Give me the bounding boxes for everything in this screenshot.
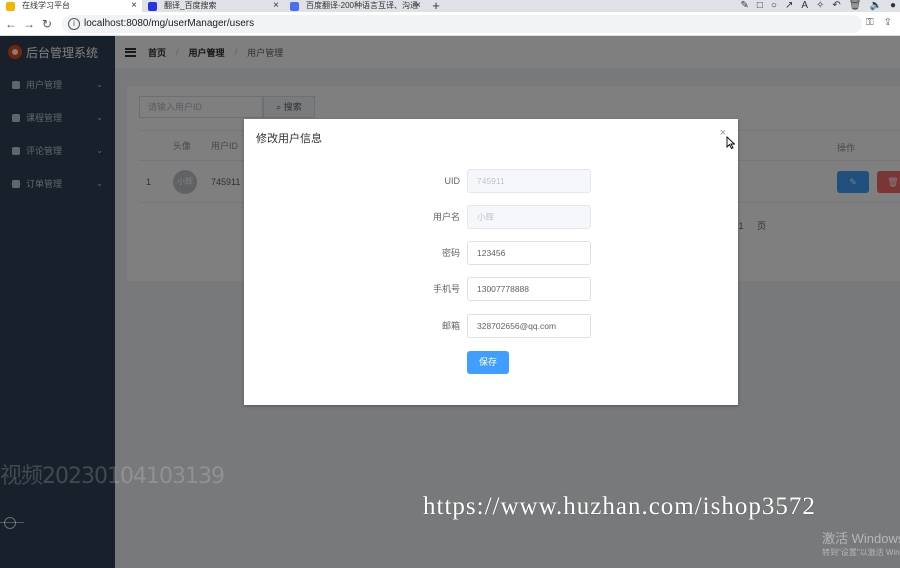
back-icon[interactable]: ← xyxy=(4,17,18,31)
activate-title: 激活 Windows xyxy=(822,531,900,546)
site-favicon-icon xyxy=(6,2,15,11)
translate-favicon-icon xyxy=(290,2,299,11)
baidu-favicon-icon xyxy=(148,2,157,11)
email-field[interactable]: 328702656@qq.com xyxy=(467,314,591,338)
form-row-phone: 手机号 13007778888 xyxy=(244,277,738,301)
browser-tab-1[interactable]: 翻译_百度搜索 × xyxy=(142,0,284,12)
circle-icon[interactable]: ○ xyxy=(771,0,777,12)
password-field[interactable]: 123456 xyxy=(467,241,591,265)
text-icon[interactable]: A xyxy=(801,0,808,12)
rectangle-icon[interactable]: □ xyxy=(757,0,763,12)
username-label: 用户名 xyxy=(432,212,460,222)
uid-label: UID xyxy=(444,176,461,186)
phone-label: 手机号 xyxy=(432,284,460,294)
form-row-uid: UID 745911 xyxy=(244,169,738,193)
form-row-username: 用户名 小辉 xyxy=(244,205,738,229)
tab-title: 翻译_百度搜索 xyxy=(164,1,217,10)
save-button[interactable]: 保存 xyxy=(467,351,509,374)
key-icon[interactable]: ⚿ xyxy=(866,17,874,28)
url-text[interactable]: localhost:8080/mg/userManager/users xyxy=(84,15,254,33)
speaker-icon[interactable]: 🔈 xyxy=(870,0,882,12)
video-progress-handle xyxy=(4,517,16,529)
tab-title: 百度翻译-200种语言互译、沟通 xyxy=(306,1,419,10)
browser-tab-0[interactable]: 在线学习平台 × xyxy=(0,0,142,12)
arrow-icon[interactable]: ↗ xyxy=(785,0,793,12)
url-field[interactable]: i localhost:8080/mg/userManager/users xyxy=(62,15,862,33)
browser-tab-bar: 在线学习平台 × 翻译_百度搜索 × 百度翻译-200种语言互译、沟通 × + … xyxy=(0,0,900,12)
pen-icon[interactable]: ✎ xyxy=(740,0,748,12)
form-row-email: 邮箱 328702656@qq.com xyxy=(244,314,738,338)
magic-wand-icon[interactable]: ✧ xyxy=(816,0,824,12)
address-bar-actions: ⚿ ⇪ xyxy=(866,17,892,28)
activate-subtitle: 转到"设置"以激活 Windows xyxy=(822,548,900,557)
form-row-password: 密码 123456 xyxy=(244,241,738,265)
browser-tab-2[interactable]: 百度翻译-200种语言互译、沟通 × xyxy=(284,0,426,12)
uid-field: 745911 xyxy=(467,169,591,193)
dialog-title: 修改用户信息 xyxy=(256,133,322,145)
annotation-toolbar: ✎ □ ○ ↗ A ✧ ↶ 🗑 🔈 ● xyxy=(740,0,896,12)
phone-field[interactable]: 13007778888 xyxy=(467,277,591,301)
close-tab-icon[interactable]: × xyxy=(415,0,421,12)
tab-title: 在线学习平台 xyxy=(22,1,70,10)
url-watermark: https://www.huzhan.com/ishop3572 xyxy=(423,493,816,520)
windows-activation-notice: 激活 Windows 转到"设置"以激活 Windows xyxy=(822,531,900,558)
microphone-icon[interactable]: ● xyxy=(890,0,896,12)
new-tab-icon[interactable]: + xyxy=(426,0,446,12)
share-icon[interactable]: ⇪ xyxy=(884,17,892,28)
mouse-cursor-icon xyxy=(726,136,735,149)
site-info-icon[interactable]: i xyxy=(68,18,80,30)
username-field: 小辉 xyxy=(467,205,591,229)
close-tab-icon[interactable]: × xyxy=(273,0,279,12)
close-tab-icon[interactable]: × xyxy=(131,0,137,12)
trash-icon[interactable]: 🗑 xyxy=(849,0,862,12)
password-label: 密码 xyxy=(441,248,460,258)
email-label: 邮箱 xyxy=(441,321,460,331)
forward-icon[interactable]: → xyxy=(22,17,36,31)
edit-user-dialog: 修改用户信息 × UID 745911 用户名 小辉 密码 123456 手机号… xyxy=(244,119,738,405)
timestamp-watermark: 视频20230104103139 xyxy=(0,464,225,489)
undo-icon[interactable]: ↶ xyxy=(832,0,840,12)
browser-address-bar: ← → ↻ i localhost:8080/mg/userManager/us… xyxy=(0,12,900,36)
reload-icon[interactable]: ↻ xyxy=(40,17,54,31)
